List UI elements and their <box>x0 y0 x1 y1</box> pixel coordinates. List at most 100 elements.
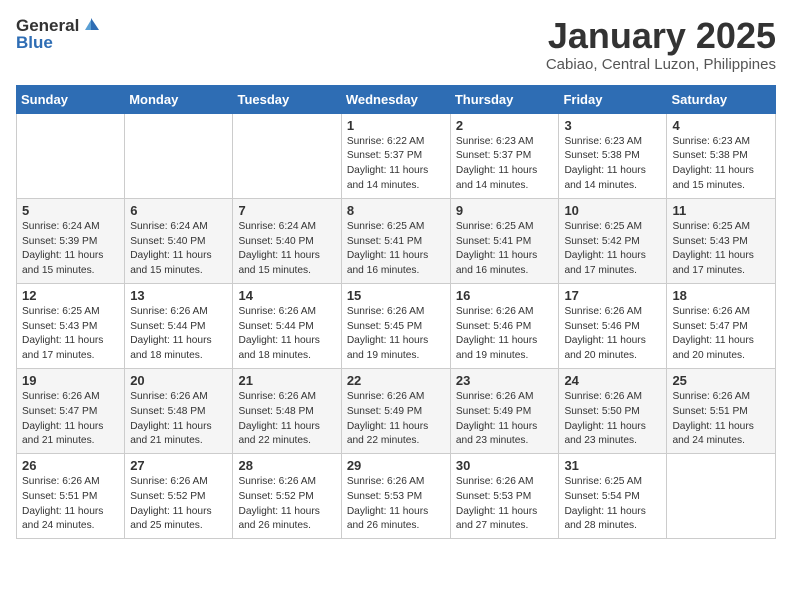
day-info: Sunrise: 6:26 AMSunset: 5:49 PMDaylight:… <box>456 390 554 449</box>
calendar-table: SundayMondayTuesdayWednesdayThursdayFrid… <box>16 85 776 540</box>
day-number: 2 <box>456 118 554 133</box>
calendar-cell: 15Sunrise: 6:26 AMSunset: 5:45 PMDayligh… <box>341 283 450 368</box>
calendar-cell <box>17 113 125 198</box>
calendar-cell: 5 Sunrise: 6:24 AMSunset: 5:39 PMDaylight… <box>17 198 125 283</box>
day-info: Sunrise: 6:23 AMSunset: 5:38 PMDaylight:… <box>564 135 661 194</box>
calendar-cell: 24 Sunrise: 6:26 AMSunset: 5:50 PMDayligh… <box>559 368 667 453</box>
day-number: 20 <box>130 373 227 388</box>
calendar-cell: 19Sunrise: 6:26 AMSunset: 5:47 PMDayligh… <box>17 368 125 453</box>
day-info: Sunrise: 6:23 AMSunset: 5:38 PMDaylight:… <box>672 135 770 194</box>
day-number: 19 <box>22 373 119 388</box>
day-number: 11 <box>672 203 770 218</box>
day-number: 5 <box>22 203 119 218</box>
calendar-cell: 23 Sunrise: 6:26 AMSunset: 5:49 PMDayligh… <box>450 368 559 453</box>
calendar-cell: 4 Sunrise: 6:23 AMSunset: 5:38 PMDaylight… <box>667 113 776 198</box>
calendar-cell: 1 Sunrise: 6:22 AMSunset: 5:37 PMDaylight… <box>341 113 450 198</box>
day-number: 13 <box>130 288 227 303</box>
day-number: 24 <box>564 373 661 388</box>
day-number: 8 <box>347 203 445 218</box>
day-info: Sunrise: 6:26 AMSunset: 5:47 PMDaylight:… <box>672 305 770 364</box>
logo-sail-icon <box>81 16 101 36</box>
calendar-week-row: 26Sunrise: 6:26 AMSunset: 5:51 PMDayligh… <box>17 454 776 539</box>
weekday-header-sunday: Sunday <box>17 85 125 113</box>
weekday-header-wednesday: Wednesday <box>341 85 450 113</box>
day-number: 3 <box>564 118 661 133</box>
day-info: Sunrise: 6:26 AMSunset: 5:53 PMDaylight:… <box>347 475 445 534</box>
day-number: 15 <box>347 288 445 303</box>
day-info: Sunrise: 6:26 AMSunset: 5:44 PMDaylight:… <box>238 305 335 364</box>
logo-blue: Blue <box>16 34 101 53</box>
day-info: Sunrise: 6:26 AMSunset: 5:50 PMDaylight:… <box>564 390 661 449</box>
title-block: January 2025 Cabiao, Central Luzon, Phil… <box>546 16 776 73</box>
weekday-header-row: SundayMondayTuesdayWednesdayThursdayFrid… <box>17 85 776 113</box>
day-info: Sunrise: 6:26 AMSunset: 5:46 PMDaylight:… <box>564 305 661 364</box>
logo: General Blue <box>16 16 101 53</box>
calendar-cell: 26Sunrise: 6:26 AMSunset: 5:51 PMDayligh… <box>17 454 125 539</box>
calendar-cell: 14 Sunrise: 6:26 AMSunset: 5:44 PMDayligh… <box>233 283 341 368</box>
day-number: 27 <box>130 458 227 473</box>
day-number: 6 <box>130 203 227 218</box>
calendar-cell: 16Sunrise: 6:26 AMSunset: 5:46 PMDayligh… <box>450 283 559 368</box>
calendar-cell: 28 Sunrise: 6:26 AMSunset: 5:52 PMDayligh… <box>233 454 341 539</box>
day-info: Sunrise: 6:24 AMSunset: 5:39 PMDaylight:… <box>22 220 119 279</box>
calendar-week-row: 1 Sunrise: 6:22 AMSunset: 5:37 PMDaylight… <box>17 113 776 198</box>
day-number: 23 <box>456 373 554 388</box>
day-info: Sunrise: 6:26 AMSunset: 5:48 PMDaylight:… <box>238 390 335 449</box>
day-number: 18 <box>672 288 770 303</box>
calendar-cell: 25 Sunrise: 6:26 AMSunset: 5:51 PMDayligh… <box>667 368 776 453</box>
calendar-week-row: 5 Sunrise: 6:24 AMSunset: 5:39 PMDaylight… <box>17 198 776 283</box>
day-number: 1 <box>347 118 445 133</box>
day-number: 9 <box>456 203 554 218</box>
weekday-header-thursday: Thursday <box>450 85 559 113</box>
weekday-header-saturday: Saturday <box>667 85 776 113</box>
day-number: 25 <box>672 373 770 388</box>
day-info: Sunrise: 6:26 AMSunset: 5:53 PMDaylight:… <box>456 475 554 534</box>
calendar-cell: 18 Sunrise: 6:26 AMSunset: 5:47 PMDayligh… <box>667 283 776 368</box>
calendar-cell <box>667 454 776 539</box>
day-number: 14 <box>238 288 335 303</box>
calendar-cell: 11Sunrise: 6:25 AMSunset: 5:43 PMDayligh… <box>667 198 776 283</box>
calendar-cell: 17 Sunrise: 6:26 AMSunset: 5:46 PMDayligh… <box>559 283 667 368</box>
day-info: Sunrise: 6:25 AMSunset: 5:41 PMDaylight:… <box>456 220 554 279</box>
calendar-cell: 3 Sunrise: 6:23 AMSunset: 5:38 PMDaylight… <box>559 113 667 198</box>
day-number: 16 <box>456 288 554 303</box>
day-info: Sunrise: 6:26 AMSunset: 5:52 PMDaylight:… <box>238 475 335 534</box>
day-info: Sunrise: 6:26 AMSunset: 5:49 PMDaylight:… <box>347 390 445 449</box>
day-number: 17 <box>564 288 661 303</box>
day-number: 10 <box>564 203 661 218</box>
day-info: Sunrise: 6:26 AMSunset: 5:51 PMDaylight:… <box>22 475 119 534</box>
calendar-cell: 27 Sunrise: 6:26 AMSunset: 5:52 PMDayligh… <box>125 454 233 539</box>
calendar-cell: 20 Sunrise: 6:26 AMSunset: 5:48 PMDayligh… <box>125 368 233 453</box>
weekday-header-monday: Monday <box>125 85 233 113</box>
calendar-cell: 30 Sunrise: 6:26 AMSunset: 5:53 PMDayligh… <box>450 454 559 539</box>
logo-text: General Blue <box>16 16 101 53</box>
calendar-cell: 9 Sunrise: 6:25 AMSunset: 5:41 PMDaylight… <box>450 198 559 283</box>
day-info: Sunrise: 6:22 AMSunset: 5:37 PMDaylight:… <box>347 135 445 194</box>
weekday-header-tuesday: Tuesday <box>233 85 341 113</box>
day-info: Sunrise: 6:25 AMSunset: 5:54 PMDaylight:… <box>564 475 661 534</box>
calendar-cell <box>233 113 341 198</box>
month-title: January 2025 <box>546 16 776 56</box>
day-info: Sunrise: 6:26 AMSunset: 5:52 PMDaylight:… <box>130 475 227 534</box>
calendar-cell: 31 Sunrise: 6:25 AMSunset: 5:54 PMDayligh… <box>559 454 667 539</box>
day-info: Sunrise: 6:25 AMSunset: 5:42 PMDaylight:… <box>564 220 661 279</box>
calendar-cell: 10 Sunrise: 6:25 AMSunset: 5:42 PMDayligh… <box>559 198 667 283</box>
day-info: Sunrise: 6:26 AMSunset: 5:48 PMDaylight:… <box>130 390 227 449</box>
day-number: 30 <box>456 458 554 473</box>
day-number: 28 <box>238 458 335 473</box>
location-title: Cabiao, Central Luzon, Philippines <box>546 56 776 73</box>
day-info: Sunrise: 6:26 AMSunset: 5:51 PMDaylight:… <box>672 390 770 449</box>
day-number: 22 <box>347 373 445 388</box>
calendar-cell <box>125 113 233 198</box>
day-number: 4 <box>672 118 770 133</box>
day-info: Sunrise: 6:24 AMSunset: 5:40 PMDaylight:… <box>130 220 227 279</box>
calendar-cell: 22 Sunrise: 6:26 AMSunset: 5:49 PMDayligh… <box>341 368 450 453</box>
day-info: Sunrise: 6:25 AMSunset: 5:43 PMDaylight:… <box>22 305 119 364</box>
calendar-cell: 2Sunrise: 6:23 AMSunset: 5:37 PMDaylight… <box>450 113 559 198</box>
day-info: Sunrise: 6:24 AMSunset: 5:40 PMDaylight:… <box>238 220 335 279</box>
weekday-header-friday: Friday <box>559 85 667 113</box>
day-info: Sunrise: 6:25 AMSunset: 5:41 PMDaylight:… <box>347 220 445 279</box>
day-number: 31 <box>564 458 661 473</box>
day-number: 12 <box>22 288 119 303</box>
calendar-cell: 8 Sunrise: 6:25 AMSunset: 5:41 PMDaylight… <box>341 198 450 283</box>
